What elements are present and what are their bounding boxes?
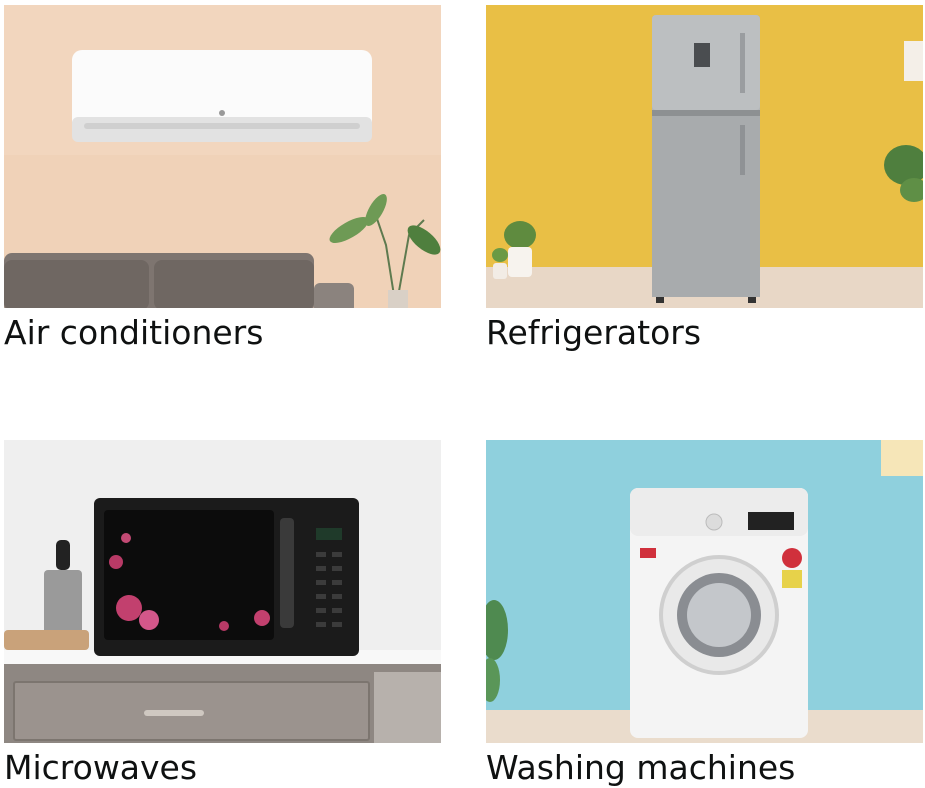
air-conditioner-image[interactable] bbox=[4, 5, 441, 308]
microwave-image[interactable] bbox=[4, 440, 441, 743]
category-label[interactable]: Washing machines bbox=[486, 748, 795, 788]
refrigerator-image[interactable] bbox=[486, 5, 923, 308]
category-label[interactable]: Refrigerators bbox=[486, 313, 701, 353]
category-label[interactable]: Microwaves bbox=[4, 748, 197, 788]
washing-machine-image[interactable] bbox=[486, 440, 923, 743]
category-label[interactable]: Air conditioners bbox=[4, 313, 263, 353]
